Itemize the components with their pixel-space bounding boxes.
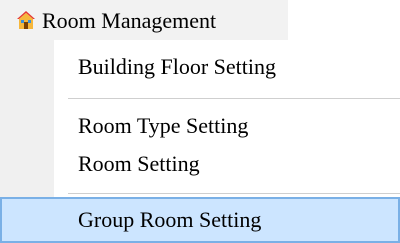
menu-item-label: Room Setting [78,151,200,176]
menu-item-label: Building Floor Setting [78,54,277,79]
menu-separator [68,193,400,194]
menu-separator [68,98,400,99]
room-management-menu-title[interactable]: Room Management [14,8,216,34]
room-management-dropdown: Building Floor Setting Room Type Setting… [0,40,400,243]
menu-item-label: Room Type Setting [78,113,249,138]
menu-item-room-setting[interactable]: Room Setting [0,144,400,184]
menu-item-group-room-setting[interactable]: Group Room Setting [0,197,400,243]
menu-header[interactable]: Room Management [0,0,288,40]
home-icon [14,8,38,32]
menu-item-building-floor-setting[interactable]: Building Floor Setting [0,47,400,87]
menu-title-label: Room Management [42,8,217,33]
menu-item-label: Group Room Setting [78,207,262,232]
menu-item-room-type-setting[interactable]: Room Type Setting [0,106,400,146]
